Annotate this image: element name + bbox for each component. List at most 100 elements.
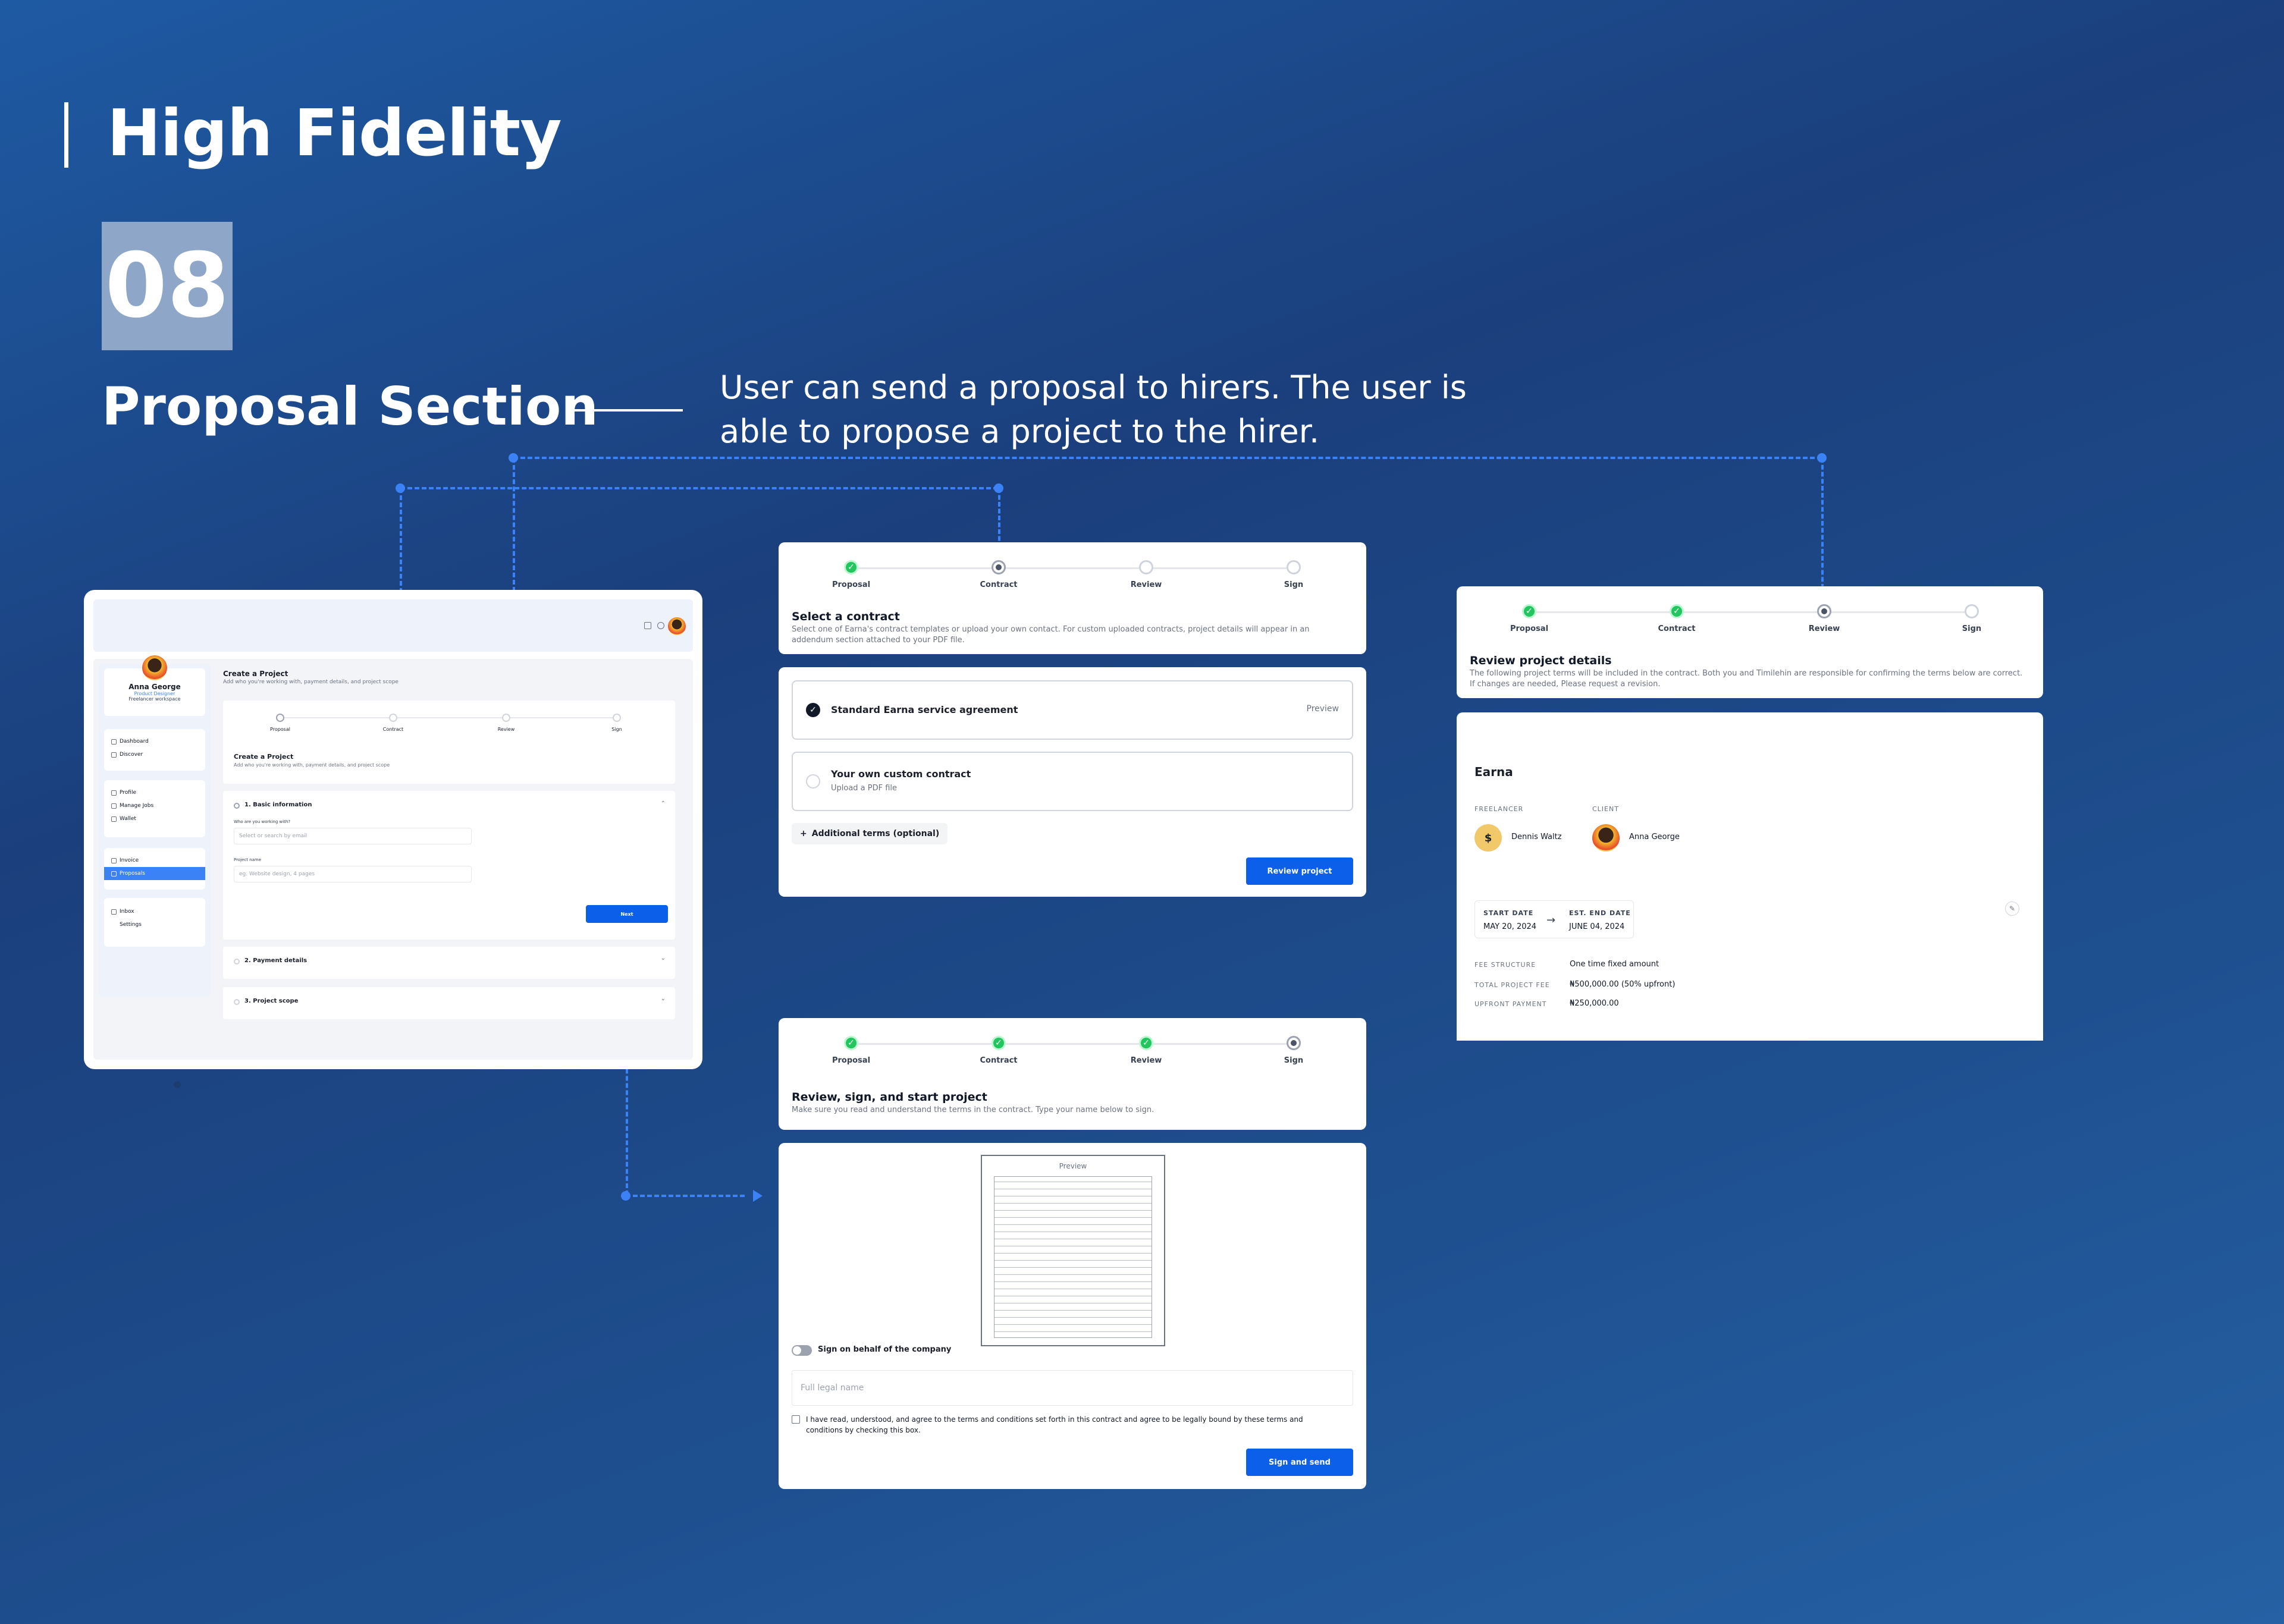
selected-check-icon: ✓	[806, 703, 820, 717]
sidebar-item-settings[interactable]: Settings	[104, 918, 205, 931]
step-label: Sign	[1284, 1056, 1304, 1065]
who-input[interactable]: Select or search by email	[234, 828, 472, 844]
dashboard-body: Anna George Product Designer Freelancer …	[93, 655, 693, 1060]
sidebar-item-label: Wallet	[120, 816, 136, 822]
sign-on-behalf-toggle[interactable]	[792, 1345, 812, 1356]
sidebar-item-manage-jobs[interactable]: Manage Jobs	[104, 799, 205, 812]
sidebar-item-label: Invoice	[120, 857, 139, 863]
payment-details-section[interactable]: 2. Payment details ⌄	[223, 947, 675, 979]
sidebar-item-proposals[interactable]: Proposals	[104, 867, 205, 880]
step-proposal[interactable]: ✓ Proposal	[1482, 604, 1577, 633]
full-legal-name-input[interactable]: Full legal name	[792, 1370, 1353, 1406]
sidebar-item-invoice[interactable]: Invoice	[104, 854, 205, 867]
review-title: Review project details	[1470, 654, 1612, 667]
contract-options-card: ✓ Standard Earna service agreement Previ…	[779, 667, 1366, 897]
card-title: Create a Project	[234, 753, 294, 761]
stepper-line	[851, 567, 1294, 569]
section-description: User can send a proposal to hirers. The …	[720, 366, 1523, 454]
chevron-down-icon[interactable]: ⌄	[661, 995, 666, 1002]
sidebar-item-wallet[interactable]: Wallet	[104, 812, 205, 825]
option-label: Your own custom contract	[831, 768, 971, 780]
workspace-switcher[interactable]: Freelancer workspace	[104, 696, 205, 702]
sidebar-item-profile[interactable]: Profile	[104, 786, 205, 799]
upfront-value: ₦250,000.00	[1570, 999, 1619, 1008]
stepper: ✓ Proposal Contract Review Sign	[779, 560, 1366, 608]
additional-terms-button[interactable]: + Additional terms (optional)	[792, 823, 948, 844]
start-date-label: START DATE	[1483, 909, 1534, 917]
radio-icon[interactable]	[806, 774, 820, 789]
custom-contract-option[interactable]: Your own custom contract Upload a PDF fi…	[792, 752, 1353, 811]
contract-document-thumbnail	[994, 1176, 1152, 1338]
review-project-button[interactable]: Review project	[1246, 857, 1353, 885]
dashboard-screen: Anna George Product Designer Freelancer …	[84, 590, 702, 1069]
step-proposal[interactable]: ✓ Proposal	[804, 560, 899, 589]
contract-title: Select a contract	[792, 610, 900, 623]
section-status-icon	[234, 803, 240, 809]
stepper: ✓ Proposal ✓ Contract Review Sign	[1457, 604, 2043, 652]
total-fee-label: TOTAL PROJECT FEE	[1474, 981, 1550, 989]
stepper: ✓ Proposal ✓ Contract ✓ Review Sign	[779, 1036, 1366, 1083]
step-review[interactable]: ✓ Review	[1099, 1036, 1194, 1065]
step-proposal[interactable]: ✓ Proposal	[804, 1036, 899, 1065]
preview-link[interactable]: Preview	[1307, 704, 1339, 714]
step-label: Proposal	[1510, 624, 1549, 633]
sign-and-send-button[interactable]: Sign and send	[1246, 1449, 1353, 1476]
step-review[interactable]: Review	[1099, 560, 1194, 589]
connector-line	[400, 487, 998, 489]
option-sublabel: Upload a PDF file	[831, 784, 898, 793]
step-sign[interactable]: Sign	[1246, 560, 1341, 589]
project-scope-section[interactable]: 3. Project scope ⌄	[223, 987, 675, 1019]
step-contract[interactable]: ✓ Contract	[1629, 604, 1724, 633]
check-icon: ✓	[992, 1036, 1006, 1050]
section-status-icon	[234, 959, 240, 965]
project-name-input[interactable]: eg. Website design, 4 pages	[234, 866, 472, 882]
freelancer-avatar: $	[1474, 824, 1502, 852]
edit-icon[interactable]: ✎	[2005, 901, 2019, 916]
arrow-right-icon: →	[1546, 914, 1556, 926]
stepper-line	[1529, 611, 1972, 613]
check-icon: ✓	[844, 560, 858, 574]
chevron-down-icon[interactable]: ⌄	[661, 955, 666, 962]
step-label: Review	[1130, 1056, 1162, 1065]
freelancer-label: FREELANCER	[1474, 805, 1524, 813]
step-contract[interactable]: ✓ Contract	[951, 1036, 1046, 1065]
agree-checkbox[interactable]	[792, 1415, 800, 1424]
nav-group: Dashboard Discover	[104, 729, 205, 771]
description-line-2: able to propose a project to the hirer.	[720, 413, 1320, 450]
check-icon: ✓	[844, 1036, 858, 1050]
decorative-dot	[174, 1081, 181, 1088]
avatar[interactable]	[668, 617, 686, 635]
section-title[interactable]: 1. Basic information	[244, 802, 312, 808]
plus-icon: +	[800, 829, 807, 838]
dashboard-page-subtitle: Add who you're working with, payment det…	[223, 679, 399, 685]
preview-label: Preview	[1059, 1162, 1087, 1170]
contract-preview[interactable]: Preview	[981, 1155, 1165, 1346]
total-fee-value: ₦500,000.00 (50% upfront)	[1570, 980, 1676, 989]
next-button[interactable]: Next	[586, 905, 668, 923]
description-line-1: User can send a proposal to hirers. The …	[720, 369, 1467, 406]
notification-icon[interactable]	[657, 622, 664, 629]
step-sign[interactable]: Sign	[1924, 604, 2019, 633]
step-label: Sign	[1284, 580, 1304, 589]
sign-title: Review, sign, and start project	[792, 1091, 987, 1104]
check-icon: ✓	[1139, 1036, 1153, 1050]
sidebar-item-label: Profile	[120, 790, 136, 796]
sidebar-item-discover[interactable]: Discover	[104, 748, 205, 761]
profile-card[interactable]: Anna George Product Designer Freelancer …	[104, 655, 205, 716]
check-icon: ✓	[1522, 604, 1536, 618]
review-subtitle: The following project terms will be incl…	[1470, 669, 2023, 689]
step-review[interactable]: Review	[1777, 604, 1872, 633]
step-label: Proposal	[832, 1056, 871, 1065]
page-title: High Fidelity	[107, 96, 562, 171]
sidebar-item-dashboard[interactable]: Dashboard	[104, 735, 205, 748]
stepper-line	[851, 1043, 1294, 1045]
step-sign[interactable]: Sign	[1246, 1036, 1341, 1065]
standard-contract-option[interactable]: ✓ Standard Earna service agreement Previ…	[792, 680, 1353, 740]
section-status-icon	[234, 999, 240, 1005]
chevron-up-icon[interactable]: ⌃	[661, 800, 666, 807]
step-label: Contract	[980, 580, 1018, 589]
step-contract[interactable]: Contract	[951, 560, 1046, 589]
message-icon[interactable]	[644, 622, 651, 629]
sidebar-item-inbox[interactable]: Inbox	[104, 905, 205, 918]
sidebar-item-label: Dashboard	[120, 739, 149, 745]
